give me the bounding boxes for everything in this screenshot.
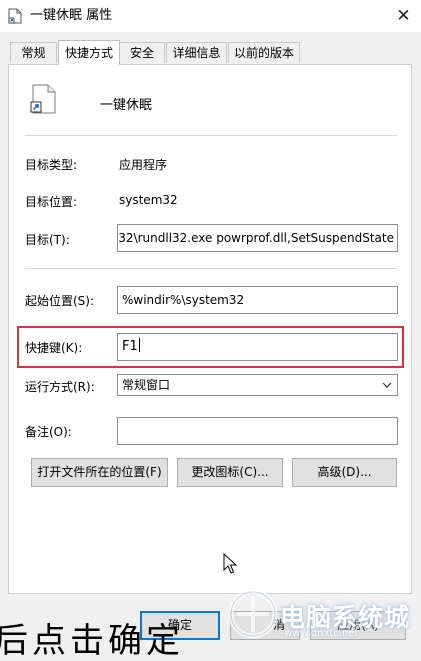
tab-previous-versions[interactable]: 以前的版本: [228, 42, 300, 63]
hotkey-label: 快捷键(K):: [25, 341, 83, 355]
change-icon-button[interactable]: 更改图标(C)...: [177, 458, 283, 487]
shortcut-file-icon: [8, 8, 22, 24]
run-select-value: 常规窗口: [122, 378, 171, 392]
target-type-label: 目标类型:: [25, 158, 78, 172]
tab-details[interactable]: 详细信息: [166, 42, 227, 63]
open-file-location-button[interactable]: 打开文件所在的位置(F): [31, 458, 168, 487]
target-location-value: system32: [119, 193, 178, 207]
caption-overlay: 后点击确定: [0, 621, 184, 661]
tab-shortcut[interactable]: 快捷方式: [58, 40, 120, 65]
start-in-label: 起始位置(S):: [25, 294, 95, 308]
comment-label: 备注(O):: [25, 425, 72, 439]
target-label: 目标(T):: [25, 233, 70, 247]
divider: [25, 268, 397, 269]
hotkey-input[interactable]: F1: [117, 333, 398, 361]
target-input[interactable]: n32\rundll32.exe powrprof.dll,SetSuspend…: [117, 224, 398, 252]
shortcut-file-icon-large: [30, 84, 56, 114]
run-label: 运行方式(R):: [25, 380, 95, 394]
tab-security[interactable]: 安全: [119, 42, 165, 63]
target-input-value: n32\rundll32.exe powrprof.dll,SetSuspend…: [117, 231, 394, 245]
comment-input[interactable]: [117, 417, 398, 445]
mouse-pointer-icon: [223, 553, 238, 574]
target-location-label: 目标位置:: [25, 195, 78, 209]
watermark-url: www.dnxtc.net: [284, 628, 359, 639]
close-icon: ✕: [396, 6, 411, 26]
run-select[interactable]: 常规窗口: [117, 374, 398, 396]
text-caret: [138, 338, 140, 352]
hotkey-input-value: F1: [122, 339, 138, 354]
advanced-button[interactable]: 高级(D)...: [292, 458, 397, 487]
chevron-down-icon: [382, 382, 392, 388]
tab-general[interactable]: 常规: [10, 42, 57, 63]
window-title: 一键休眠 属性: [30, 8, 113, 23]
shortcut-name: 一键休眠: [100, 98, 153, 113]
target-type-value: 应用程序: [119, 158, 168, 172]
divider: [25, 135, 397, 136]
start-in-input[interactable]: %windir%\system32: [117, 286, 398, 314]
close-button[interactable]: ✕: [386, 0, 421, 32]
